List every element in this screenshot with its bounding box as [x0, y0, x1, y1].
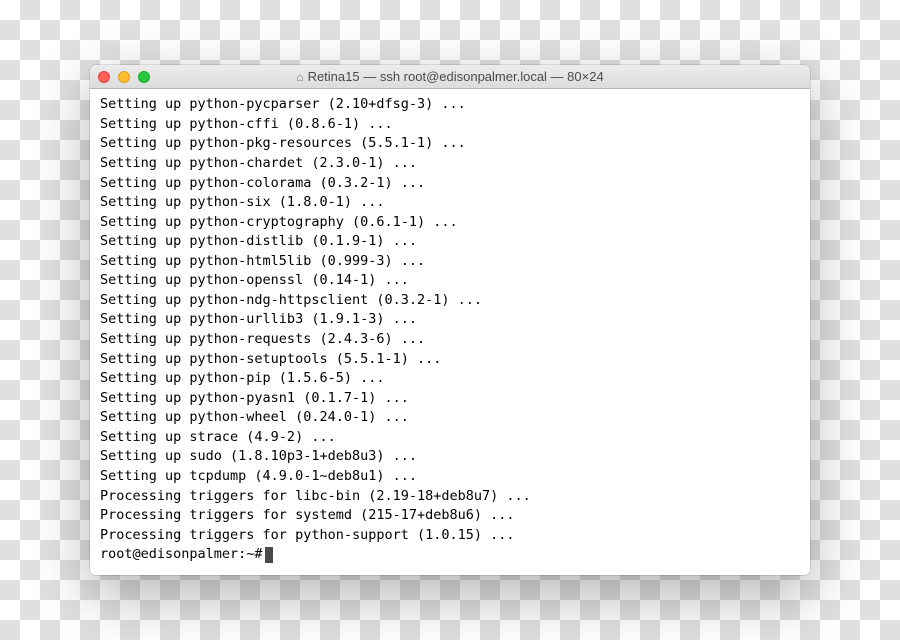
terminal-line: Setting up python-ndg-httpsclient (0.3.2…	[100, 291, 800, 311]
window-title-text: Retina15 — ssh root@edisonpalmer.local —…	[308, 69, 604, 84]
terminal-line: Setting up python-distlib (0.1.9-1) ...	[100, 232, 800, 252]
terminal-line: Setting up python-openssl (0.14-1) ...	[100, 271, 800, 291]
terminal-line: Setting up python-chardet (2.3.0-1) ...	[100, 154, 800, 174]
terminal-line: Setting up python-html5lib (0.999-3) ...	[100, 252, 800, 272]
terminal-line: Setting up sudo (1.8.10p3-1+deb8u3) ...	[100, 447, 800, 467]
terminal-line: Setting up python-pycparser (2.10+dfsg-3…	[100, 95, 800, 115]
terminal-line: Setting up python-requests (2.4.3-6) ...	[100, 330, 800, 350]
close-button[interactable]	[98, 71, 110, 83]
terminal-line: Setting up strace (4.9-2) ...	[100, 428, 800, 448]
prompt-text: root@edisonpalmer:~#	[100, 545, 263, 565]
terminal-line: Setting up python-cryptography (0.6.1-1)…	[100, 213, 800, 233]
titlebar[interactable]: ⌂ Retina15 — ssh root@edisonpalmer.local…	[90, 65, 810, 89]
terminal-line: Setting up python-cffi (0.8.6-1) ...	[100, 115, 800, 135]
terminal-line: Setting up python-pip (1.5.6-5) ...	[100, 369, 800, 389]
terminal-line: Setting up python-six (1.8.0-1) ...	[100, 193, 800, 213]
prompt-line[interactable]: root@edisonpalmer:~#	[100, 545, 800, 565]
terminal-line: Setting up tcpdump (4.9.0-1~deb8u1) ...	[100, 467, 800, 487]
minimize-button[interactable]	[118, 71, 130, 83]
maximize-button[interactable]	[138, 71, 150, 83]
terminal-line: Processing triggers for python-support (…	[100, 526, 800, 546]
cursor	[265, 547, 273, 563]
terminal-line: Setting up python-colorama (0.3.2-1) ...	[100, 174, 800, 194]
terminal-line: Processing triggers for systemd (215-17+…	[100, 506, 800, 526]
terminal-line: Setting up python-urllib3 (1.9.1-3) ...	[100, 310, 800, 330]
traffic-lights	[98, 71, 150, 83]
terminal-line: Setting up python-wheel (0.24.0-1) ...	[100, 408, 800, 428]
terminal-line: Setting up python-setuptools (5.5.1-1) .…	[100, 350, 800, 370]
terminal-window: ⌂ Retina15 — ssh root@edisonpalmer.local…	[90, 65, 810, 575]
home-icon: ⌂	[296, 70, 303, 84]
terminal-line: Setting up python-pkg-resources (5.5.1-1…	[100, 134, 800, 154]
terminal-body[interactable]: Setting up python-pycparser (2.10+dfsg-3…	[90, 89, 810, 575]
terminal-line: Processing triggers for libc-bin (2.19-1…	[100, 487, 800, 507]
window-title: ⌂ Retina15 — ssh root@edisonpalmer.local…	[90, 69, 810, 84]
terminal-line: Setting up python-pyasn1 (0.1.7-1) ...	[100, 389, 800, 409]
